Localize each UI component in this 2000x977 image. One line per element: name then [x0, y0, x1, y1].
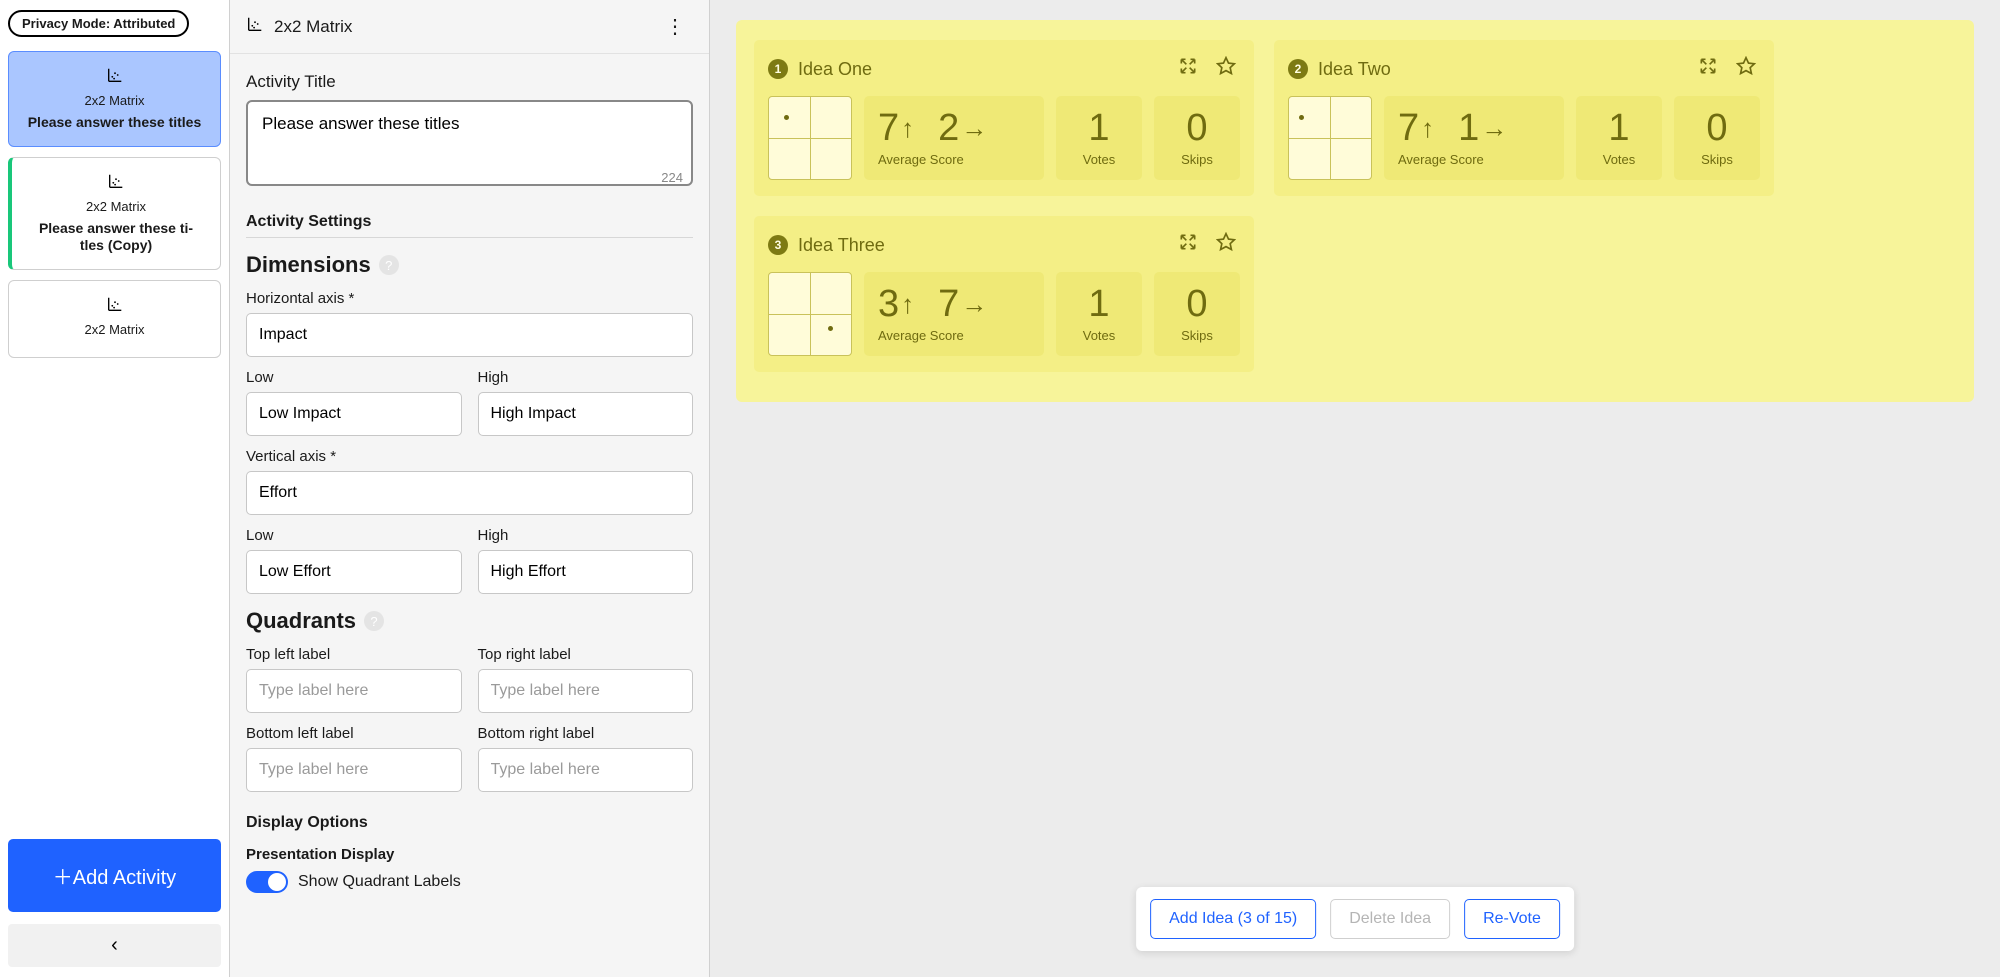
chevron-left-icon: ‹: [111, 934, 118, 956]
mini-matrix: [768, 96, 852, 180]
activity-card-0[interactable]: 2x2 Matrix Please answer these titles: [8, 51, 221, 147]
activity-type-label: 2x2 Matrix: [19, 322, 210, 337]
display-options-heading: Display Options: [246, 814, 693, 832]
top-left-input[interactable]: [246, 669, 462, 713]
bottom-right-input[interactable]: [478, 748, 694, 792]
matrix-icon: [107, 172, 125, 195]
bottom-action-bar: Add Idea (3 of 15) Delete Idea Re-Vote: [1136, 887, 1574, 951]
add-activity-button[interactable]: ＋Add Activity: [8, 839, 221, 912]
arrow-right-icon: →: [961, 113, 987, 144]
settings-header-title: 2x2 Matrix: [274, 17, 657, 37]
horizontal-axis-input[interactable]: [246, 313, 693, 357]
idea-card-1[interactable]: 2 Idea Two 7↑ 1→ Average Score 1: [1274, 40, 1774, 196]
arrow-up-icon: ↑: [1421, 113, 1434, 144]
average-score-box: 3↑ 7→ Average Score: [864, 272, 1044, 356]
plus-icon: ＋: [53, 867, 73, 889]
sidebar-left: Privacy Mode: Attributed 2x2 Matrix Plea…: [0, 0, 230, 977]
h-low-input[interactable]: [246, 392, 462, 436]
activity-title-input[interactable]: [246, 100, 693, 186]
h-high-label: High: [478, 369, 694, 386]
v-low-label: Low: [246, 527, 462, 544]
quadrants-heading: Quadrants: [246, 608, 356, 634]
bottom-left-label: Bottom left label: [246, 725, 462, 742]
activity-card-1[interactable]: 2x2 Matrix Please answer these ti- tles …: [8, 157, 221, 270]
top-right-input[interactable]: [478, 669, 694, 713]
settings-menu-button[interactable]: ⋮: [657, 10, 693, 43]
votes-box: 1 Votes: [1056, 272, 1142, 356]
idea-title: Idea Three: [798, 235, 1164, 256]
privacy-mode-badge[interactable]: Privacy Mode: Attributed: [8, 10, 189, 37]
skips-box: 0 Skips: [1154, 96, 1240, 180]
bottom-right-label: Bottom right label: [478, 725, 694, 742]
kebab-icon: ⋮: [665, 16, 685, 38]
revote-button[interactable]: Re-Vote: [1464, 899, 1560, 939]
idea-number-badge: 1: [768, 59, 788, 79]
bottom-left-input[interactable]: [246, 748, 462, 792]
star-icon[interactable]: [1212, 230, 1240, 260]
activity-title-label: Please answer these titles: [19, 114, 210, 132]
activity-settings-heading: Activity Settings: [246, 213, 693, 238]
idea-title: Idea One: [798, 59, 1164, 80]
presentation-display-heading: Presentation Display: [246, 846, 693, 863]
idea-number-badge: 2: [1288, 59, 1308, 79]
idea-number-badge: 3: [768, 235, 788, 255]
mini-matrix: [768, 272, 852, 356]
top-left-label: Top left label: [246, 646, 462, 663]
idea-card-0[interactable]: 1 Idea One 7↑ 2→ Average Score 1: [754, 40, 1254, 196]
votes-box: 1 Votes: [1056, 96, 1142, 180]
matrix-icon: [106, 66, 124, 89]
v-high-label: High: [478, 527, 694, 544]
v-low-input[interactable]: [246, 550, 462, 594]
votes-box: 1 Votes: [1576, 96, 1662, 180]
activity-card-2[interactable]: 2x2 Matrix: [8, 280, 221, 358]
add-idea-button[interactable]: Add Idea (3 of 15): [1150, 899, 1316, 939]
activity-title-heading: Activity Title: [246, 72, 693, 92]
vertical-axis-input[interactable]: [246, 471, 693, 515]
horizontal-axis-label: Horizontal axis *: [246, 290, 693, 307]
matrix-icon: [106, 295, 124, 318]
vertical-axis-label: Vertical axis *: [246, 448, 693, 465]
expand-icon[interactable]: [1174, 230, 1202, 260]
idea-title: Idea Two: [1318, 59, 1684, 80]
main-canvas: 1 Idea One 7↑ 2→ Average Score 1: [710, 0, 2000, 977]
mini-matrix: [1288, 96, 1372, 180]
collapse-sidebar-button[interactable]: ‹: [8, 924, 221, 967]
star-icon[interactable]: [1212, 54, 1240, 84]
delete-idea-button[interactable]: Delete Idea: [1330, 899, 1450, 939]
title-char-counter: 224: [661, 170, 683, 185]
arrow-up-icon: ↑: [901, 113, 914, 144]
ideas-board: 1 Idea One 7↑ 2→ Average Score 1: [736, 20, 1974, 402]
show-quadrant-labels-label: Show Quadrant Labels: [298, 873, 461, 891]
star-icon[interactable]: [1732, 54, 1760, 84]
settings-header: 2x2 Matrix ⋮: [230, 0, 709, 54]
activity-type-label: 2x2 Matrix: [22, 199, 210, 214]
expand-icon[interactable]: [1174, 54, 1202, 84]
h-high-input[interactable]: [478, 392, 694, 436]
arrow-right-icon: →: [961, 289, 987, 320]
arrow-right-icon: →: [1481, 113, 1507, 144]
skips-box: 0 Skips: [1154, 272, 1240, 356]
matrix-icon: [246, 15, 264, 38]
average-score-box: 7↑ 1→ Average Score: [1384, 96, 1564, 180]
activity-title-label: Please answer these ti- tles (Copy): [22, 220, 210, 255]
help-icon[interactable]: ?: [364, 611, 384, 631]
idea-card-2[interactable]: 3 Idea Three 3↑ 7→ Average Score 1: [754, 216, 1254, 372]
settings-panel: 2x2 Matrix ⋮ Activity Title 224 Activity…: [230, 0, 710, 977]
average-score-box: 7↑ 2→ Average Score: [864, 96, 1044, 180]
help-icon[interactable]: ?: [379, 255, 399, 275]
arrow-up-icon: ↑: [901, 289, 914, 320]
dimensions-heading: Dimensions: [246, 252, 371, 278]
expand-icon[interactable]: [1694, 54, 1722, 84]
top-right-label: Top right label: [478, 646, 694, 663]
v-high-input[interactable]: [478, 550, 694, 594]
skips-box: 0 Skips: [1674, 96, 1760, 180]
h-low-label: Low: [246, 369, 462, 386]
show-quadrant-labels-toggle[interactable]: [246, 871, 288, 893]
activity-type-label: 2x2 Matrix: [19, 93, 210, 108]
